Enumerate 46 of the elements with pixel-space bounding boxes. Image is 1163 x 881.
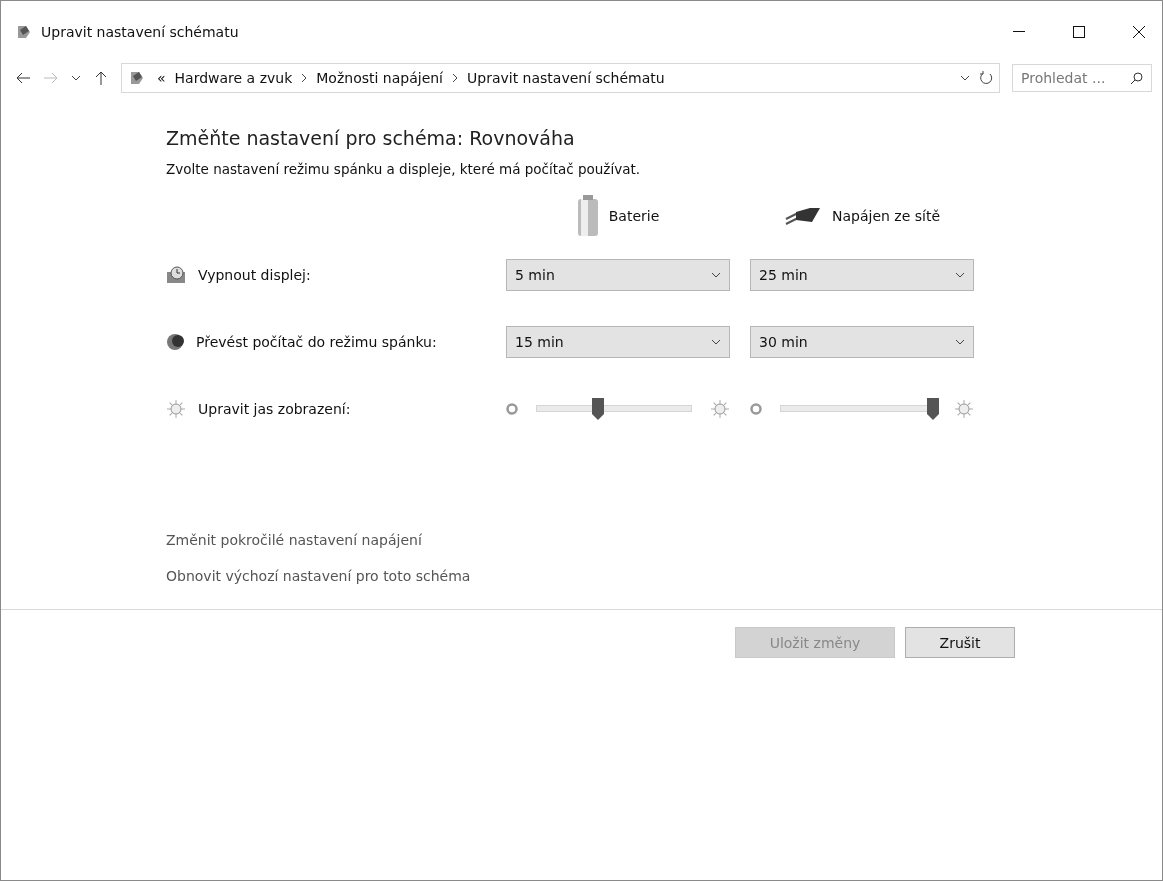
column-label: Napájen ze sítě bbox=[831, 208, 940, 224]
search-icon bbox=[1130, 71, 1143, 85]
minimize-icon bbox=[1013, 31, 1025, 33]
slider-thumb[interactable] bbox=[925, 396, 940, 421]
bright-sun-icon bbox=[710, 398, 730, 419]
setting-label: Upravit jas zobrazení: bbox=[198, 400, 351, 417]
dim-circle-icon bbox=[506, 402, 518, 415]
close-icon bbox=[1133, 26, 1145, 38]
overflow-chevron[interactable]: « bbox=[157, 70, 166, 86]
sun-icon bbox=[166, 398, 186, 419]
column-label: Baterie bbox=[608, 208, 660, 224]
time-dropdown[interactable]: 30 min bbox=[750, 325, 974, 358]
time-dropdown[interactable]: 15 min bbox=[506, 325, 730, 358]
setting-label: Převést počítač do režimu spánku: bbox=[196, 333, 437, 350]
search-field[interactable]: Prohledat ... bbox=[1012, 64, 1152, 92]
chevron-down-icon bbox=[711, 338, 721, 345]
up-arrow-icon[interactable] bbox=[93, 70, 109, 86]
address-bar[interactable]: « Hardware a zvuk Možnosti napájení Upravit nastavení schématu bbox=[121, 63, 1000, 93]
chevron-right-icon bbox=[301, 73, 308, 83]
chevron-down-icon bbox=[711, 271, 721, 278]
breadcrumb-item[interactable]: Upravit nastavení schématu bbox=[467, 70, 665, 86]
page-heading: Změňte nastavení pro schéma: Rovnováha bbox=[166, 127, 576, 149]
window-title: Upravit nastavení schématu bbox=[41, 24, 240, 40]
battery-icon bbox=[576, 195, 599, 237]
refresh-icon[interactable] bbox=[979, 71, 993, 85]
time-dropdown[interactable]: 25 min bbox=[750, 258, 974, 291]
moon-icon bbox=[166, 332, 184, 351]
chevron-down-icon[interactable] bbox=[71, 75, 81, 81]
cancel-button[interactable]: Zrušit bbox=[905, 627, 1015, 658]
chevron-down-icon bbox=[955, 271, 965, 278]
settings-link[interactable]: Změnit pokročilé nastavení napájení bbox=[166, 532, 422, 548]
chevron-down-icon[interactable] bbox=[960, 75, 970, 81]
clock-icon bbox=[166, 265, 186, 284]
breadcrumb-item[interactable]: Hardware a zvuk bbox=[174, 70, 293, 86]
slider-thumb[interactable] bbox=[591, 396, 606, 421]
setting-label: Vypnout displej: bbox=[198, 266, 311, 283]
chevron-down-icon bbox=[955, 338, 965, 345]
bright-sun-icon bbox=[954, 398, 974, 419]
settings-link[interactable]: Obnovit výchozí nastavení pro toto schéma bbox=[166, 568, 471, 584]
chevron-right-icon bbox=[452, 73, 458, 83]
dim-circle-icon bbox=[750, 402, 762, 415]
back-arrow-icon[interactable] bbox=[15, 70, 31, 86]
page-description: Zvolte nastavení režimu spánku a displeje, které má počítač používat. bbox=[166, 161, 642, 177]
maximize-icon bbox=[1073, 26, 1085, 38]
breadcrumb-item[interactable]: Možnosti napájení bbox=[316, 70, 443, 86]
time-dropdown[interactable]: 5 min bbox=[506, 258, 730, 291]
